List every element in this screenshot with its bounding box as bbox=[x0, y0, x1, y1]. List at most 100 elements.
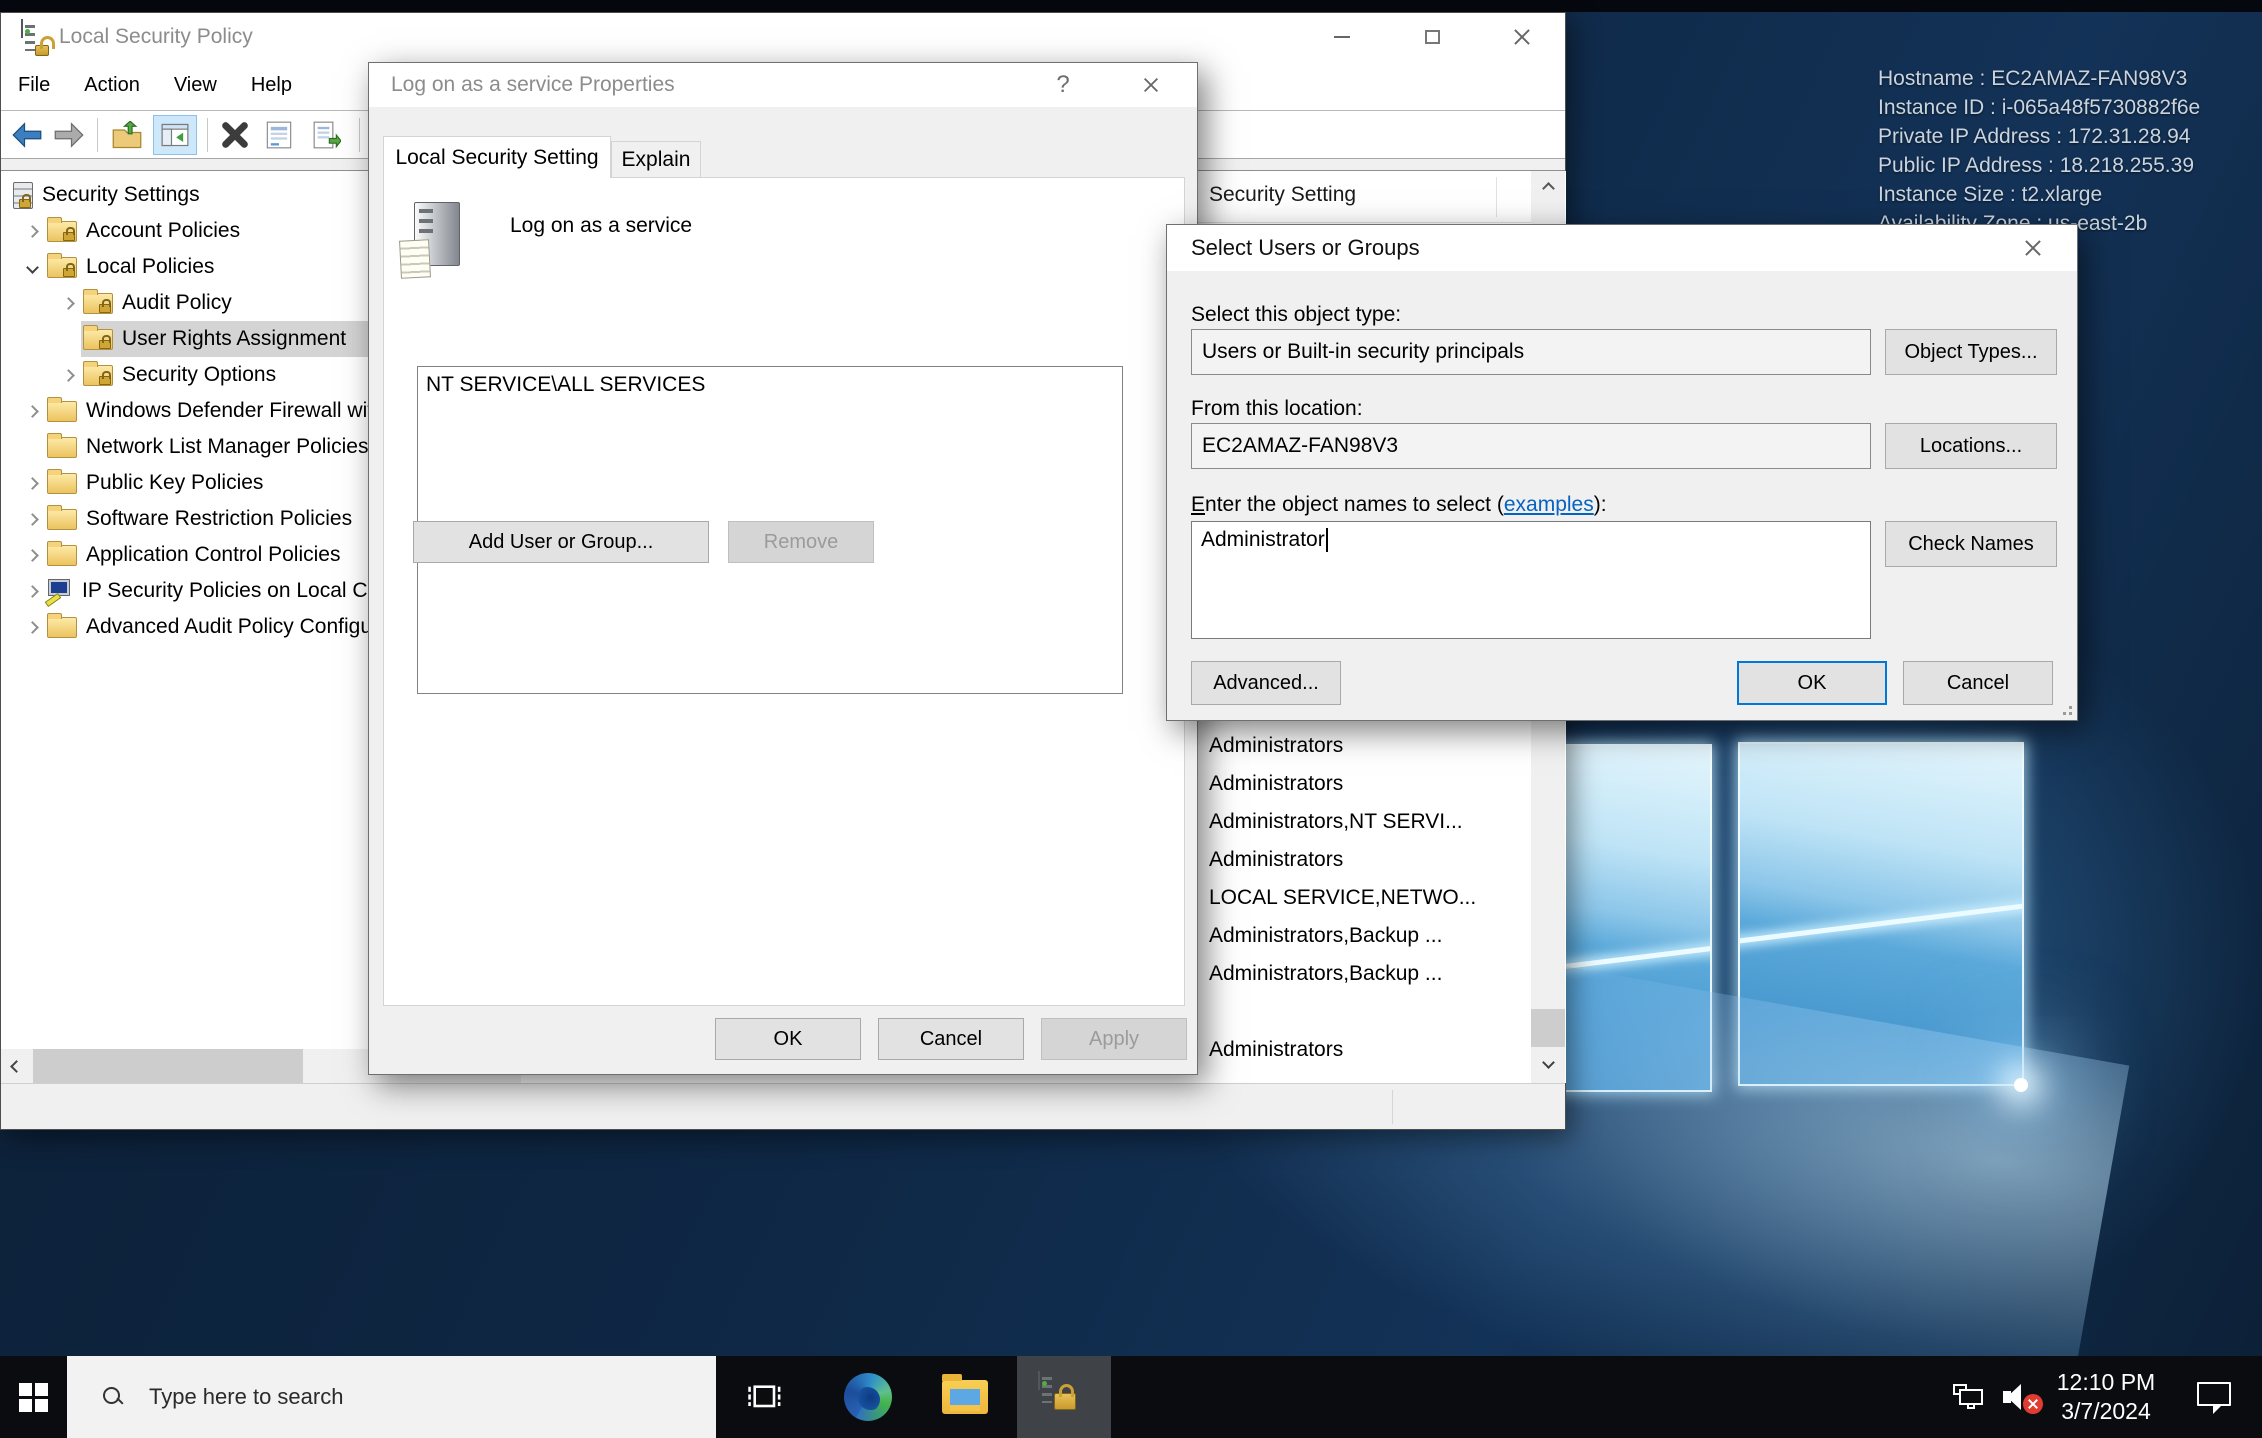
object-types-button[interactable]: Object Types... bbox=[1885, 329, 2057, 375]
chevron-right-icon[interactable] bbox=[26, 621, 39, 634]
tab-explain[interactable]: Explain bbox=[611, 141, 701, 178]
column-divider[interactable] bbox=[1496, 177, 1497, 217]
cancel-button[interactable]: Cancel bbox=[878, 1018, 1024, 1060]
locations-button[interactable]: EC2AMAZ-FAN98V3Locations... bbox=[1885, 423, 2057, 469]
maximize-button[interactable] bbox=[1387, 13, 1477, 61]
list-row[interactable]: Administrators bbox=[1209, 727, 1509, 765]
tree-item-network-list-manager[interactable]: Network List Manager Policies bbox=[1, 429, 369, 465]
tree-item-user-rights-assignment[interactable]: User Rights Assignment bbox=[1, 321, 369, 357]
menu-view[interactable]: View bbox=[157, 61, 234, 110]
resize-grip[interactable] bbox=[2059, 702, 2073, 716]
close-button[interactable] bbox=[1477, 13, 1567, 61]
folder-lock-icon bbox=[47, 257, 77, 278]
start-button[interactable] bbox=[0, 1356, 67, 1438]
list-row[interactable]: Administrators bbox=[1209, 841, 1509, 879]
add-user-or-group-button[interactable]: Add User or Group... bbox=[413, 521, 709, 563]
help-icon[interactable]: ? bbox=[1033, 63, 1093, 107]
taskbar-clock[interactable]: 12:10 PM 3/7/2024 bbox=[2050, 1356, 2162, 1438]
menu-action[interactable]: Action bbox=[67, 61, 157, 110]
scrollbar-thumb[interactable] bbox=[33, 1049, 303, 1083]
scrollbar-thumb[interactable] bbox=[1531, 1009, 1565, 1047]
column-header-security-setting[interactable]: Security Setting bbox=[1209, 183, 1356, 207]
menu-help[interactable]: Help bbox=[234, 61, 309, 110]
file-explorer-button[interactable] bbox=[938, 1356, 992, 1438]
tree-item-ip-security-policies[interactable]: IP Security Policies on Local Computer bbox=[1, 573, 369, 609]
tree-item-security-options[interactable]: Security Options bbox=[1, 357, 369, 393]
delete-icon[interactable] bbox=[219, 119, 251, 151]
tree-item-public-key-policies[interactable]: Public Key Policies bbox=[1, 465, 369, 501]
scroll-down-icon[interactable] bbox=[1531, 1045, 1565, 1079]
examples-link[interactable]: examples bbox=[1504, 493, 1594, 516]
chevron-right-icon[interactable] bbox=[62, 297, 75, 310]
close-icon[interactable] bbox=[1121, 63, 1181, 107]
tree-item-advanced-audit-policy[interactable]: Advanced Audit Policy Configuration bbox=[1, 609, 369, 645]
remove-button[interactable]: Remove bbox=[728, 521, 874, 563]
ok-button[interactable]: OK bbox=[1737, 661, 1887, 705]
taskbar: Type here to search 12 bbox=[0, 1356, 2262, 1438]
local-security-policy-taskbar-button[interactable] bbox=[1017, 1356, 1111, 1438]
chevron-right-icon[interactable] bbox=[62, 369, 75, 382]
chevron-right-icon[interactable] bbox=[26, 513, 39, 526]
list-row[interactable]: Administrators,Backup ... bbox=[1209, 955, 1509, 993]
ok-button[interactable]: OK bbox=[715, 1018, 861, 1060]
member-item[interactable]: NT SERVICE\ALL SERVICES bbox=[426, 373, 1114, 397]
cancel-button[interactable]: Cancel bbox=[1903, 661, 2053, 705]
tab-local-security-setting[interactable]: Local Security Setting bbox=[383, 136, 611, 178]
tree-item-account-policies[interactable]: Account Policies bbox=[1, 213, 369, 249]
properties-title-bar[interactable]: Log on as a service Properties ? bbox=[369, 63, 1197, 107]
network-tray-icon[interactable] bbox=[1948, 1356, 1992, 1438]
list-row[interactable]: LOCAL SERVICE,NETWO... bbox=[1209, 879, 1509, 917]
console-tree-toggle-icon[interactable] bbox=[153, 115, 197, 155]
folder-lock-icon bbox=[47, 221, 77, 242]
list-row[interactable] bbox=[1209, 993, 1509, 1031]
list-row[interactable]: Administrators bbox=[1209, 1031, 1509, 1069]
edge-button[interactable] bbox=[840, 1356, 896, 1438]
list-row[interactable]: Administrators bbox=[1209, 765, 1509, 803]
folder-icon bbox=[47, 473, 77, 494]
properties-icon[interactable] bbox=[263, 119, 295, 151]
advanced-button[interactable]: Advanced... bbox=[1191, 661, 1341, 705]
tab-page: Log on as a service NT SERVICE\ALL SERVI… bbox=[383, 177, 1185, 1006]
object-names-textarea[interactable]: Administrator bbox=[1191, 521, 1871, 639]
tree-item-windows-defender-firewall[interactable]: Windows Defender Firewall with Advanced … bbox=[1, 393, 369, 429]
volume-muted-icon[interactable] bbox=[1998, 1356, 2048, 1438]
paper-icon bbox=[399, 239, 431, 279]
export-folder-icon[interactable] bbox=[111, 119, 143, 151]
chevron-down-icon[interactable] bbox=[26, 261, 39, 274]
apply-button[interactable]: Apply bbox=[1041, 1018, 1187, 1060]
chevron-right-icon[interactable] bbox=[26, 477, 39, 490]
task-view-icon bbox=[747, 1379, 783, 1415]
chevron-right-icon[interactable] bbox=[26, 585, 39, 598]
instance-info-size: Instance Size : t2.xlarge bbox=[1878, 180, 2200, 209]
action-center-button[interactable] bbox=[2188, 1356, 2242, 1438]
chevron-right-icon[interactable] bbox=[26, 405, 39, 418]
back-icon[interactable] bbox=[11, 119, 43, 151]
list-row[interactable]: Administrators,NT SERVI... bbox=[1209, 803, 1509, 841]
main-title-bar[interactable]: Local Security Policy bbox=[1, 13, 1565, 61]
tree-item-audit-policy[interactable]: Audit Policy bbox=[1, 285, 369, 321]
tree-item-software-restriction[interactable]: Software Restriction Policies bbox=[1, 501, 369, 537]
scroll-left-icon[interactable] bbox=[1, 1049, 31, 1083]
select-dialog-title-bar[interactable]: Select Users or Groups bbox=[1167, 225, 2077, 271]
export-list-icon[interactable] bbox=[311, 119, 343, 151]
menu-file[interactable]: File bbox=[1, 61, 67, 110]
minimize-button[interactable] bbox=[1297, 13, 1387, 61]
object-type-field[interactable]: Users or Built-in security principals bbox=[1191, 329, 1871, 375]
tree-item-local-policies[interactable]: Local Policies bbox=[1, 249, 369, 285]
scroll-up-icon[interactable] bbox=[1531, 171, 1565, 205]
location-field[interactable]: EC2AMAZ-FAN98V3 bbox=[1191, 423, 1871, 469]
chevron-right-icon[interactable] bbox=[26, 549, 39, 562]
policy-name-label: Log on as a service bbox=[510, 214, 692, 238]
instance-info-id: Instance ID : i-065a48f5730882f6e bbox=[1878, 93, 2200, 122]
task-view-button[interactable] bbox=[741, 1356, 789, 1438]
chevron-right-icon[interactable] bbox=[26, 225, 39, 238]
check-names-button[interactable]: Check Names bbox=[1885, 521, 2057, 567]
forward-icon[interactable] bbox=[53, 119, 85, 151]
desktop: Hostname : EC2AMAZ-FAN98V3 Instance ID :… bbox=[0, 0, 2262, 1438]
list-row[interactable]: Administrators,Backup ... bbox=[1209, 917, 1509, 955]
taskbar-search[interactable]: Type here to search bbox=[67, 1356, 716, 1438]
tree-item-application-control[interactable]: Application Control Policies bbox=[1, 537, 369, 573]
close-icon[interactable] bbox=[2001, 225, 2065, 271]
tree-item-security-settings[interactable]: Security Settings bbox=[1, 177, 369, 213]
clock-date: 3/7/2024 bbox=[2057, 1397, 2155, 1426]
